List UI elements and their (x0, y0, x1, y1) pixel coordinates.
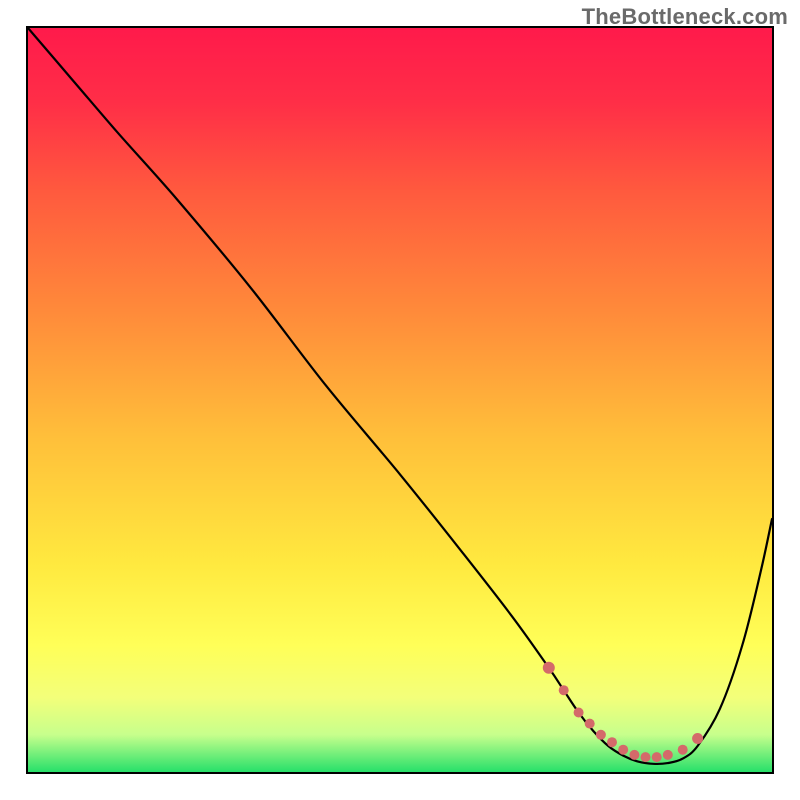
valley-marker (663, 750, 673, 760)
valley-marker (678, 745, 688, 755)
chart-container: TheBottleneck.com (0, 0, 800, 800)
valley-marker (559, 685, 569, 695)
valley-marker (641, 752, 651, 762)
valley-marker (629, 750, 639, 760)
valley-marker (692, 733, 703, 744)
chart-svg (0, 0, 800, 800)
valley-marker (596, 730, 606, 740)
valley-marker (543, 662, 555, 674)
watermark-text: TheBottleneck.com (582, 4, 788, 30)
valley-marker (652, 752, 662, 762)
valley-marker (574, 708, 584, 718)
valley-marker (607, 737, 617, 747)
valley-marker (618, 745, 628, 755)
plot-gradient (28, 28, 772, 772)
valley-marker (585, 719, 595, 729)
